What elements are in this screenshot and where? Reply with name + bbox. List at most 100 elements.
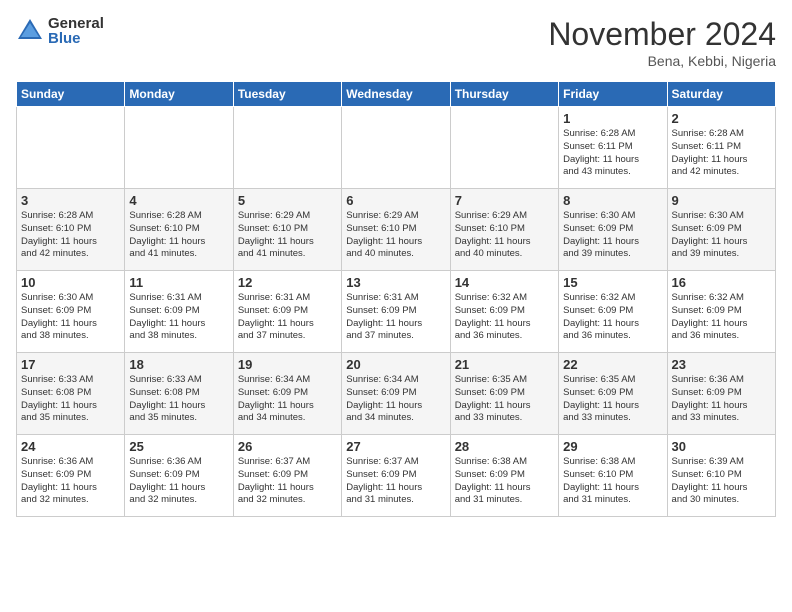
day-number: 27 [346, 439, 445, 454]
day-number: 23 [672, 357, 771, 372]
calendar-cell: 14Sunrise: 6:32 AM Sunset: 6:09 PM Dayli… [450, 271, 558, 353]
page-header: General Blue November 2024 Bena, Kebbi, … [16, 16, 776, 69]
day-number: 16 [672, 275, 771, 290]
day-info: Sunrise: 6:29 AM Sunset: 6:10 PM Dayligh… [455, 210, 554, 261]
calendar-header: SundayMondayTuesdayWednesdayThursdayFrid… [17, 82, 776, 107]
day-info: Sunrise: 6:30 AM Sunset: 6:09 PM Dayligh… [21, 292, 120, 343]
day-info: Sunrise: 6:28 AM Sunset: 6:10 PM Dayligh… [129, 210, 228, 261]
calendar-cell: 19Sunrise: 6:34 AM Sunset: 6:09 PM Dayli… [233, 353, 341, 435]
day-info: Sunrise: 6:38 AM Sunset: 6:10 PM Dayligh… [563, 456, 662, 507]
calendar-cell: 5 Sunrise: 6:29 AM Sunset: 6:10 PM Daylig… [233, 189, 341, 271]
day-info: Sunrise: 6:35 AM Sunset: 6:09 PM Dayligh… [455, 374, 554, 425]
calendar-cell: 23 Sunrise: 6:36 AM Sunset: 6:09 PM Dayli… [667, 353, 775, 435]
calendar-cell [125, 107, 233, 189]
calendar-cell [17, 107, 125, 189]
day-number: 24 [21, 439, 120, 454]
month-title: November 2024 [548, 16, 776, 53]
day-number: 6 [346, 193, 445, 208]
day-info: Sunrise: 6:28 AM Sunset: 6:11 PM Dayligh… [563, 128, 662, 179]
day-number: 21 [455, 357, 554, 372]
calendar-cell: 3 Sunrise: 6:28 AM Sunset: 6:10 PM Daylig… [17, 189, 125, 271]
header-day-friday: Friday [559, 82, 667, 107]
header-day-tuesday: Tuesday [233, 82, 341, 107]
day-number: 8 [563, 193, 662, 208]
calendar-cell: 9 Sunrise: 6:30 AM Sunset: 6:09 PM Daylig… [667, 189, 775, 271]
day-number: 13 [346, 275, 445, 290]
day-info: Sunrise: 6:39 AM Sunset: 6:10 PM Dayligh… [672, 456, 771, 507]
day-info: Sunrise: 6:32 AM Sunset: 6:09 PM Dayligh… [672, 292, 771, 343]
calendar-week-4: 17 Sunrise: 6:33 AM Sunset: 6:08 PM Dayli… [17, 353, 776, 435]
header-day-saturday: Saturday [667, 82, 775, 107]
calendar-cell: 22 Sunrise: 6:35 AM Sunset: 6:09 PM Dayli… [559, 353, 667, 435]
day-info: Sunrise: 6:37 AM Sunset: 6:09 PM Dayligh… [238, 456, 337, 507]
title-block: November 2024 Bena, Kebbi, Nigeria [548, 16, 776, 69]
day-number: 18 [129, 357, 228, 372]
calendar-table: SundayMondayTuesdayWednesdayThursdayFrid… [16, 81, 776, 517]
day-number: 9 [672, 193, 771, 208]
day-number: 17 [21, 357, 120, 372]
day-info: Sunrise: 6:31 AM Sunset: 6:09 PM Dayligh… [129, 292, 228, 343]
day-number: 25 [129, 439, 228, 454]
calendar-week-3: 10 Sunrise: 6:30 AM Sunset: 6:09 PM Dayli… [17, 271, 776, 353]
calendar-week-2: 3 Sunrise: 6:28 AM Sunset: 6:10 PM Daylig… [17, 189, 776, 271]
calendar-cell: 28 Sunrise: 6:38 AM Sunset: 6:09 PM Dayli… [450, 435, 558, 517]
day-number: 15 [563, 275, 662, 290]
day-number: 26 [238, 439, 337, 454]
calendar-cell: 21 Sunrise: 6:35 AM Sunset: 6:09 PM Dayli… [450, 353, 558, 435]
calendar-cell: 30Sunrise: 6:39 AM Sunset: 6:10 PM Dayli… [667, 435, 775, 517]
calendar-cell: 8Sunrise: 6:30 AM Sunset: 6:09 PM Daylig… [559, 189, 667, 271]
logo-general-label: General [48, 16, 104, 31]
calendar-cell: 18 Sunrise: 6:33 AM Sunset: 6:08 PM Dayli… [125, 353, 233, 435]
day-info: Sunrise: 6:32 AM Sunset: 6:09 PM Dayligh… [563, 292, 662, 343]
day-info: Sunrise: 6:31 AM Sunset: 6:09 PM Dayligh… [346, 292, 445, 343]
day-number: 22 [563, 357, 662, 372]
day-info: Sunrise: 6:32 AM Sunset: 6:09 PM Dayligh… [455, 292, 554, 343]
calendar-cell: 29 Sunrise: 6:38 AM Sunset: 6:10 PM Dayli… [559, 435, 667, 517]
day-info: Sunrise: 6:37 AM Sunset: 6:09 PM Dayligh… [346, 456, 445, 507]
header-day-wednesday: Wednesday [342, 82, 450, 107]
day-number: 12 [238, 275, 337, 290]
day-info: Sunrise: 6:35 AM Sunset: 6:09 PM Dayligh… [563, 374, 662, 425]
day-number: 28 [455, 439, 554, 454]
day-info: Sunrise: 6:33 AM Sunset: 6:08 PM Dayligh… [129, 374, 228, 425]
calendar-week-5: 24 Sunrise: 6:36 AM Sunset: 6:09 PM Dayli… [17, 435, 776, 517]
calendar-cell: 26 Sunrise: 6:37 AM Sunset: 6:09 PM Dayli… [233, 435, 341, 517]
calendar-cell: 2Sunrise: 6:28 AM Sunset: 6:11 PM Daylig… [667, 107, 775, 189]
day-info: Sunrise: 6:36 AM Sunset: 6:09 PM Dayligh… [21, 456, 120, 507]
day-info: Sunrise: 6:28 AM Sunset: 6:11 PM Dayligh… [672, 128, 771, 179]
day-info: Sunrise: 6:30 AM Sunset: 6:09 PM Dayligh… [672, 210, 771, 261]
day-number: 7 [455, 193, 554, 208]
calendar-cell: 12Sunrise: 6:31 AM Sunset: 6:09 PM Dayli… [233, 271, 341, 353]
calendar-week-1: 1Sunrise: 6:28 AM Sunset: 6:11 PM Daylig… [17, 107, 776, 189]
day-info: Sunrise: 6:28 AM Sunset: 6:10 PM Dayligh… [21, 210, 120, 261]
header-day-thursday: Thursday [450, 82, 558, 107]
day-info: Sunrise: 6:36 AM Sunset: 6:09 PM Dayligh… [672, 374, 771, 425]
day-number: 20 [346, 357, 445, 372]
calendar-cell: 27 Sunrise: 6:37 AM Sunset: 6:09 PM Dayli… [342, 435, 450, 517]
day-info: Sunrise: 6:29 AM Sunset: 6:10 PM Dayligh… [238, 210, 337, 261]
calendar-cell: 17 Sunrise: 6:33 AM Sunset: 6:08 PM Dayli… [17, 353, 125, 435]
calendar-cell: 1Sunrise: 6:28 AM Sunset: 6:11 PM Daylig… [559, 107, 667, 189]
day-number: 5 [238, 193, 337, 208]
day-info: Sunrise: 6:36 AM Sunset: 6:09 PM Dayligh… [129, 456, 228, 507]
day-number: 3 [21, 193, 120, 208]
calendar-cell: 7 Sunrise: 6:29 AM Sunset: 6:10 PM Daylig… [450, 189, 558, 271]
day-info: Sunrise: 6:33 AM Sunset: 6:08 PM Dayligh… [21, 374, 120, 425]
day-info: Sunrise: 6:34 AM Sunset: 6:09 PM Dayligh… [238, 374, 337, 425]
calendar-cell: 11 Sunrise: 6:31 AM Sunset: 6:09 PM Dayli… [125, 271, 233, 353]
calendar-cell [233, 107, 341, 189]
logo-icon [16, 17, 44, 45]
calendar-cell: 24 Sunrise: 6:36 AM Sunset: 6:09 PM Dayli… [17, 435, 125, 517]
calendar-cell: 10 Sunrise: 6:30 AM Sunset: 6:09 PM Dayli… [17, 271, 125, 353]
day-number: 29 [563, 439, 662, 454]
day-number: 11 [129, 275, 228, 290]
header-row: SundayMondayTuesdayWednesdayThursdayFrid… [17, 82, 776, 107]
day-info: Sunrise: 6:38 AM Sunset: 6:09 PM Dayligh… [455, 456, 554, 507]
header-day-sunday: Sunday [17, 82, 125, 107]
day-number: 10 [21, 275, 120, 290]
calendar-cell: 15 Sunrise: 6:32 AM Sunset: 6:09 PM Dayli… [559, 271, 667, 353]
logo-text: General Blue [48, 16, 104, 46]
logo-blue-label: Blue [48, 31, 104, 46]
header-day-monday: Monday [125, 82, 233, 107]
logo: General Blue [16, 16, 104, 46]
